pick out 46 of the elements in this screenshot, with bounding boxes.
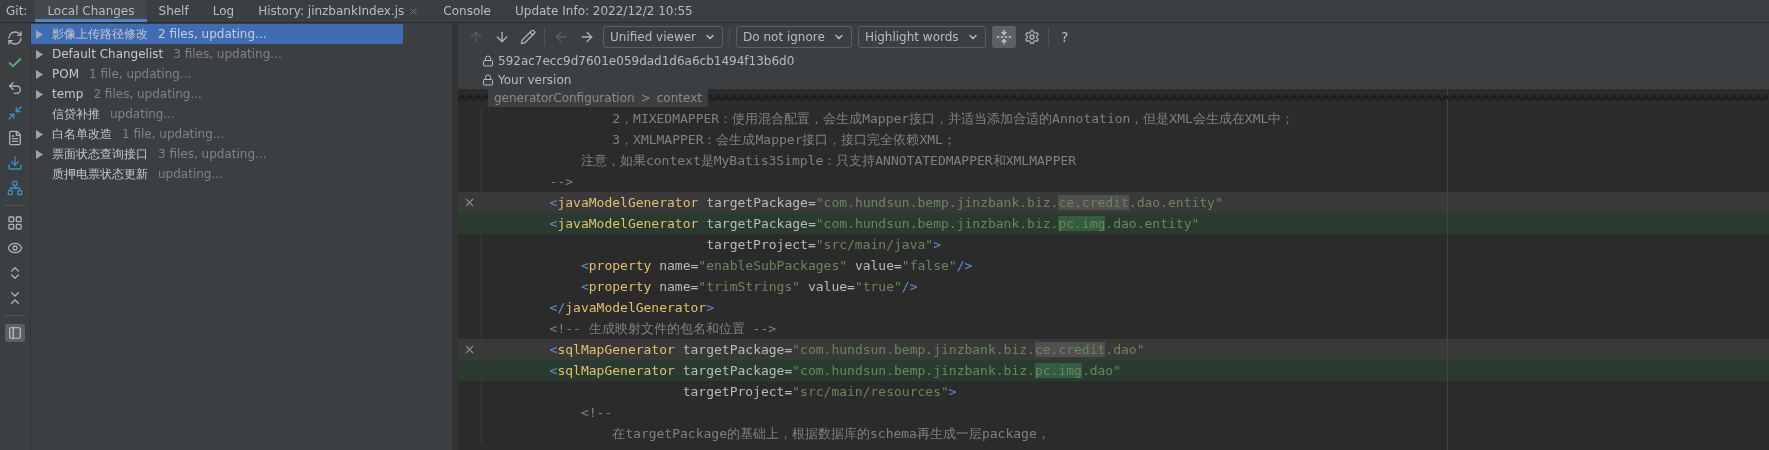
- changelist-item[interactable]: temp 2 files, updating...: [31, 84, 403, 104]
- changelist-item[interactable]: 信贷补推 updating...: [31, 104, 403, 124]
- tab[interactable]: Update Info: 2022/12/2 10:55: [503, 0, 705, 22]
- viewer-dropdown[interactable]: Do not ignore: [736, 26, 852, 48]
- changelist-item[interactable]: 影像上传路径修改 2 files, updating...: [31, 24, 403, 44]
- breadcrumb-item[interactable]: generatorConfiguration: [494, 91, 635, 105]
- code-line: <property name="trimStrings" value="true"/>: [579, 279, 918, 294]
- changelist-item[interactable]: POM 1 file, updating...: [31, 64, 403, 84]
- collapse-unchanged-toggle[interactable]: [991, 26, 1016, 48]
- download-icon[interactable]: [5, 154, 25, 172]
- tab[interactable]: Local Changes: [35, 0, 147, 22]
- tab[interactable]: Shelf: [146, 0, 201, 22]
- viewer-dropdown[interactable]: Highlight words: [857, 26, 986, 48]
- close-icon[interactable]: [408, 5, 420, 17]
- tab[interactable]: History: jinzbankIndex.js: [246, 0, 432, 22]
- code-line: 注意，如果context是MyBatis3Simple：只支持ANNOTATEDMAPPER和XMLMAPPER: [579, 151, 1077, 170]
- help-button[interactable]: ?: [1054, 26, 1075, 48]
- code-line: 3，XMLMAPPER：会生成Mapper接口，接口完全依赖XML；: [611, 130, 956, 149]
- changelist-item[interactable]: 质押电票状态更新 updating...: [31, 164, 403, 184]
- tab[interactable]: Log: [200, 0, 247, 22]
- preview-toggle[interactable]: [5, 324, 25, 342]
- tool-window-label: Git:: [6, 3, 29, 20]
- tab[interactable]: Console: [431, 0, 503, 22]
- code-line: <!--: [579, 405, 613, 420]
- code-line: <property name="enableSubPackages" value="false"/>: [579, 258, 973, 273]
- network-icon[interactable]: [5, 179, 25, 197]
- changelist-item[interactable]: 白名单改造 1 file, updating...: [31, 124, 403, 144]
- version-label: Your version: [498, 72, 572, 87]
- viewer-dropdown[interactable]: Unified viewer: [603, 26, 724, 48]
- breadcrumb-item[interactable]: context: [656, 91, 702, 105]
- version-label: 592ac7ecc9d7601e059dad1d6a6cb1494f13b6d0: [498, 53, 795, 68]
- breadcrumb-separator: >: [640, 91, 651, 105]
- code-line: targetProject="src/main/resources">: [681, 384, 957, 399]
- code-line: <!-- 生成映射文件的包名和位置 -->: [548, 319, 777, 338]
- lock-icon: [482, 73, 494, 86]
- code-line: targetProject="src/main/java">: [705, 237, 941, 252]
- lock-icon: [482, 54, 494, 67]
- changelist-item[interactable]: 票面状态查询接口 3 files, updating...: [31, 144, 403, 164]
- revert-icon[interactable]: [463, 343, 476, 356]
- grid-icon[interactable]: [5, 214, 25, 232]
- changelist-item[interactable]: Default Changelist 3 files, updating...: [31, 44, 403, 64]
- refresh-icon[interactable]: [5, 29, 25, 47]
- code-line: 2，MIXEDMAPPER：使用混合配置，会生成Mapper接口，并适当添加合适的Annotation，但是XML会生成在XML中；: [611, 109, 1295, 128]
- code-line: -->: [548, 174, 574, 189]
- revert-icon[interactable]: [463, 196, 476, 209]
- code-line: </javaModelGenerator>: [548, 300, 714, 315]
